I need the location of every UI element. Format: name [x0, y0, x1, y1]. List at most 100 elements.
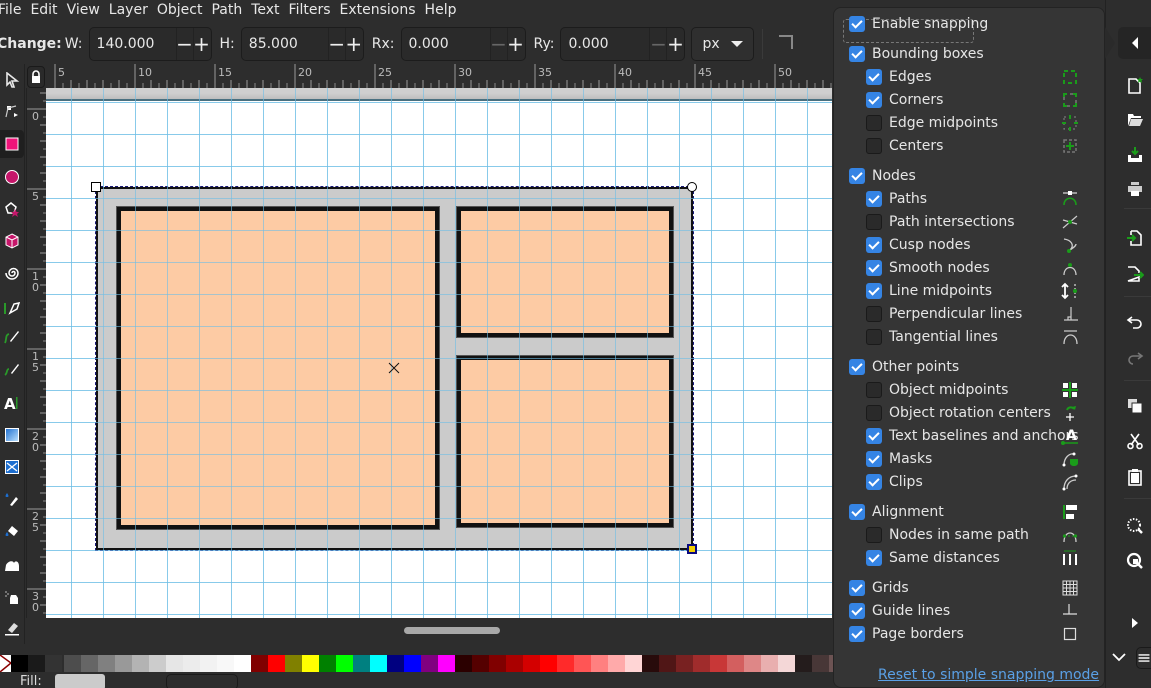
snap-group-nodes[interactable]: Nodes: [834, 165, 1104, 187]
pencil-tool[interactable]: [0, 323, 24, 351]
horizontal-scrollbar[interactable]: [404, 627, 500, 634]
star-tool[interactable]: [0, 195, 24, 223]
color-swatch[interactable]: [438, 655, 455, 672]
zoom-selection-button[interactable]: [1124, 515, 1146, 537]
width-increment-button[interactable]: +: [192, 28, 210, 60]
color-swatch[interactable]: [795, 655, 812, 672]
rx-increment-button[interactable]: +: [506, 28, 524, 60]
expand-button[interactable]: [1108, 646, 1130, 668]
rx-decrement-button[interactable]: −: [489, 28, 507, 60]
undo-button[interactable]: [1124, 311, 1146, 333]
dropper-tool[interactable]: [0, 485, 24, 513]
rounded-corner-reset-icon[interactable]: [779, 35, 794, 49]
snap-option-edges[interactable]: Edges: [834, 66, 1104, 88]
color-swatch[interactable]: [98, 655, 115, 672]
import-button[interactable]: [1124, 227, 1146, 249]
snap-option-same-distances[interactable]: Same distances: [834, 547, 1104, 569]
ellipse-tool[interactable]: [0, 163, 24, 191]
checkbox[interactable]: [866, 329, 882, 345]
checkbox[interactable]: [866, 260, 882, 276]
snap-option-text-baselines-and-anchors[interactable]: Text baselines and anchors A: [834, 425, 1104, 447]
menu-edit[interactable]: Edit: [30, 1, 66, 19]
color-swatch[interactable]: [574, 655, 591, 672]
color-swatch[interactable]: [285, 655, 302, 672]
fill-swatch[interactable]: [55, 674, 105, 688]
paste-button[interactable]: [1124, 466, 1146, 488]
color-swatch[interactable]: [336, 655, 353, 672]
color-swatch[interactable]: [217, 655, 234, 672]
color-swatch[interactable]: [676, 655, 693, 672]
checkbox[interactable]: [849, 168, 865, 184]
reset-snapping-link[interactable]: Reset to simple snapping mode: [878, 667, 1099, 683]
unit-dropdown[interactable]: px: [691, 27, 755, 61]
color-swatch[interactable]: [710, 655, 727, 672]
color-swatch[interactable]: [455, 655, 472, 672]
gradient-tool[interactable]: [0, 421, 24, 449]
spiral-tool[interactable]: [0, 259, 24, 287]
color-swatch[interactable]: [489, 655, 506, 672]
color-swatch[interactable]: [268, 655, 285, 672]
mesh-tool[interactable]: [0, 453, 24, 481]
color-swatch[interactable]: [812, 655, 829, 672]
height-decrement-button[interactable]: −: [327, 28, 345, 60]
snap-toggle-button[interactable]: [1118, 27, 1151, 59]
height-input[interactable]: [241, 36, 328, 52]
color-swatch[interactable]: [183, 655, 200, 672]
color-swatch[interactable]: [81, 655, 98, 672]
color-swatch[interactable]: [472, 655, 489, 672]
color-swatch[interactable]: [744, 655, 761, 672]
width-decrement-button[interactable]: −: [175, 28, 193, 60]
menu-layer[interactable]: Layer: [109, 1, 157, 19]
color-swatch[interactable]: [404, 655, 421, 672]
color-swatch[interactable]: [64, 655, 81, 672]
calligraphy-tool[interactable]: [0, 355, 24, 383]
color-swatch[interactable]: [642, 655, 659, 672]
checkbox[interactable]: [849, 603, 865, 619]
resize-handle-bottom-right[interactable]: [687, 544, 697, 554]
snap-option-object-rotation-centers[interactable]: Object rotation centers: [834, 402, 1104, 424]
checkbox[interactable]: [866, 237, 882, 253]
ry-decrement-button[interactable]: −: [649, 28, 667, 60]
menu-object[interactable]: Object: [157, 1, 212, 19]
open-button[interactable]: [1124, 109, 1146, 131]
panel-bottom-right[interactable]: [457, 356, 673, 527]
panel-top-right[interactable]: [457, 207, 673, 337]
menu-extensions[interactable]: Extensions: [340, 1, 425, 19]
eraser-tool[interactable]: [0, 614, 24, 642]
menu-help[interactable]: Help: [425, 1, 466, 19]
checkbox[interactable]: [866, 191, 882, 207]
ry-increment-button[interactable]: +: [666, 28, 684, 60]
zoom-drawing-button[interactable]: [1124, 550, 1146, 572]
checkbox[interactable]: [866, 214, 882, 230]
node-tool[interactable]: [0, 97, 24, 125]
checkbox[interactable]: [866, 382, 882, 398]
snap-option-masks[interactable]: Masks: [834, 448, 1104, 470]
more-commands-button[interactable]: [1124, 612, 1146, 634]
guide-lock-button[interactable]: [27, 66, 45, 88]
print-button[interactable]: [1124, 178, 1146, 200]
snap-option-object-midpoints[interactable]: Object midpoints: [834, 379, 1104, 401]
color-swatch[interactable]: [523, 655, 540, 672]
color-swatch[interactable]: [370, 655, 387, 672]
paint-bucket-tool[interactable]: [0, 517, 24, 545]
snap-option-nodes-in-same-path[interactable]: Nodes in same path: [834, 524, 1104, 546]
snap-option-paths[interactable]: Paths: [834, 188, 1104, 210]
ry-input[interactable]: [561, 36, 650, 52]
export-button[interactable]: [1124, 263, 1146, 285]
color-swatch[interactable]: [659, 655, 676, 672]
color-swatch[interactable]: [132, 655, 149, 672]
color-swatch[interactable]: [761, 655, 778, 672]
rx-input[interactable]: [401, 36, 490, 52]
snap-option-path-intersections[interactable]: Path intersections: [834, 211, 1104, 233]
snap-option-centers[interactable]: Centers: [834, 135, 1104, 157]
snap-option-page-borders[interactable]: Page borders: [834, 623, 1104, 645]
checkbox[interactable]: [849, 504, 865, 520]
cut-button[interactable]: [1124, 430, 1146, 452]
duplicate-button[interactable]: [1124, 395, 1146, 417]
checkbox[interactable]: [849, 46, 865, 62]
snap-option-smooth-nodes[interactable]: Smooth nodes: [834, 257, 1104, 279]
checkbox[interactable]: [849, 16, 865, 32]
snap-option-cusp-nodes[interactable]: Cusp nodes: [834, 234, 1104, 256]
checkbox[interactable]: [866, 405, 882, 421]
snap-option-line-midpoints[interactable]: Line midpoints: [834, 280, 1104, 302]
